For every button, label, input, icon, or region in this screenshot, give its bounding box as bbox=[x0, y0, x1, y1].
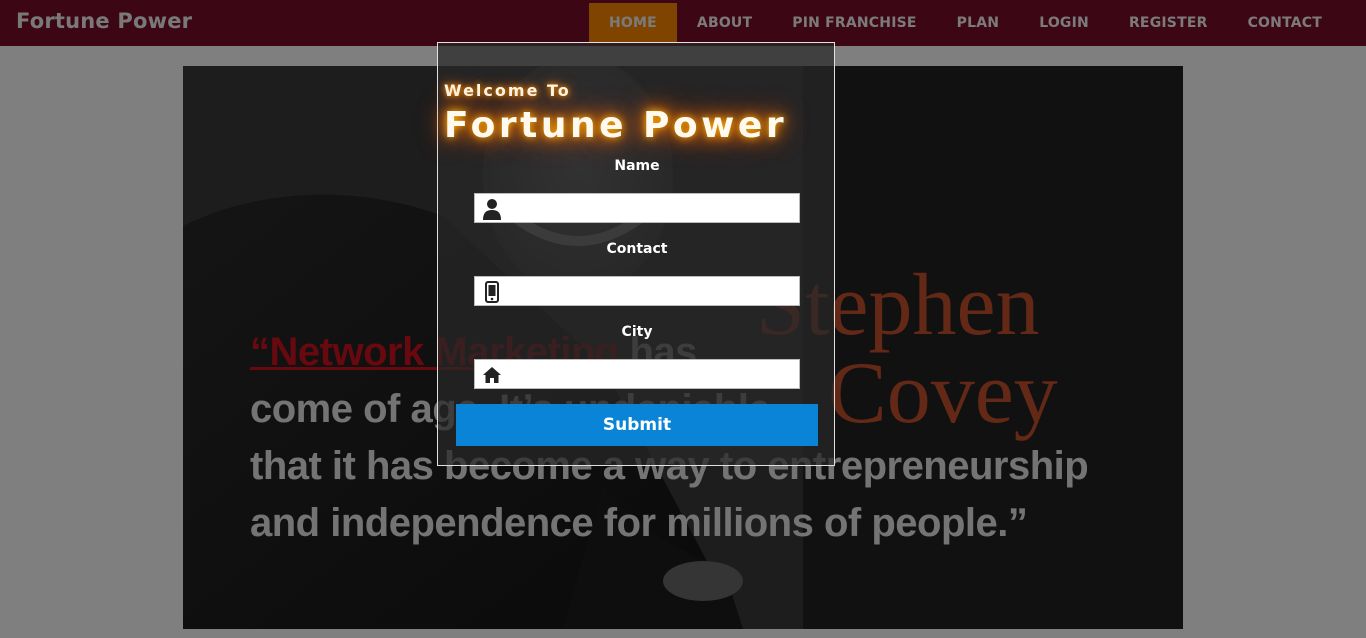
contact-label: Contact bbox=[606, 241, 668, 257]
city-field[interactable] bbox=[474, 359, 800, 389]
submit-button[interactable]: Submit bbox=[456, 404, 818, 446]
welcome-heading: Welcome To bbox=[444, 81, 571, 100]
name-label: Name bbox=[614, 158, 660, 174]
contact-input[interactable] bbox=[507, 279, 797, 305]
name-field[interactable] bbox=[474, 193, 800, 223]
city-label: City bbox=[621, 324, 653, 340]
home-icon bbox=[481, 364, 503, 386]
city-input[interactable] bbox=[507, 362, 797, 388]
enquiry-modal: Welcome To Fortune Power Name Contact Ci… bbox=[437, 42, 835, 466]
user-icon bbox=[481, 198, 503, 220]
modal-title: Fortune Power bbox=[444, 105, 788, 146]
mobile-phone-icon bbox=[481, 281, 503, 303]
name-input[interactable] bbox=[507, 196, 797, 222]
contact-field[interactable] bbox=[474, 276, 800, 306]
